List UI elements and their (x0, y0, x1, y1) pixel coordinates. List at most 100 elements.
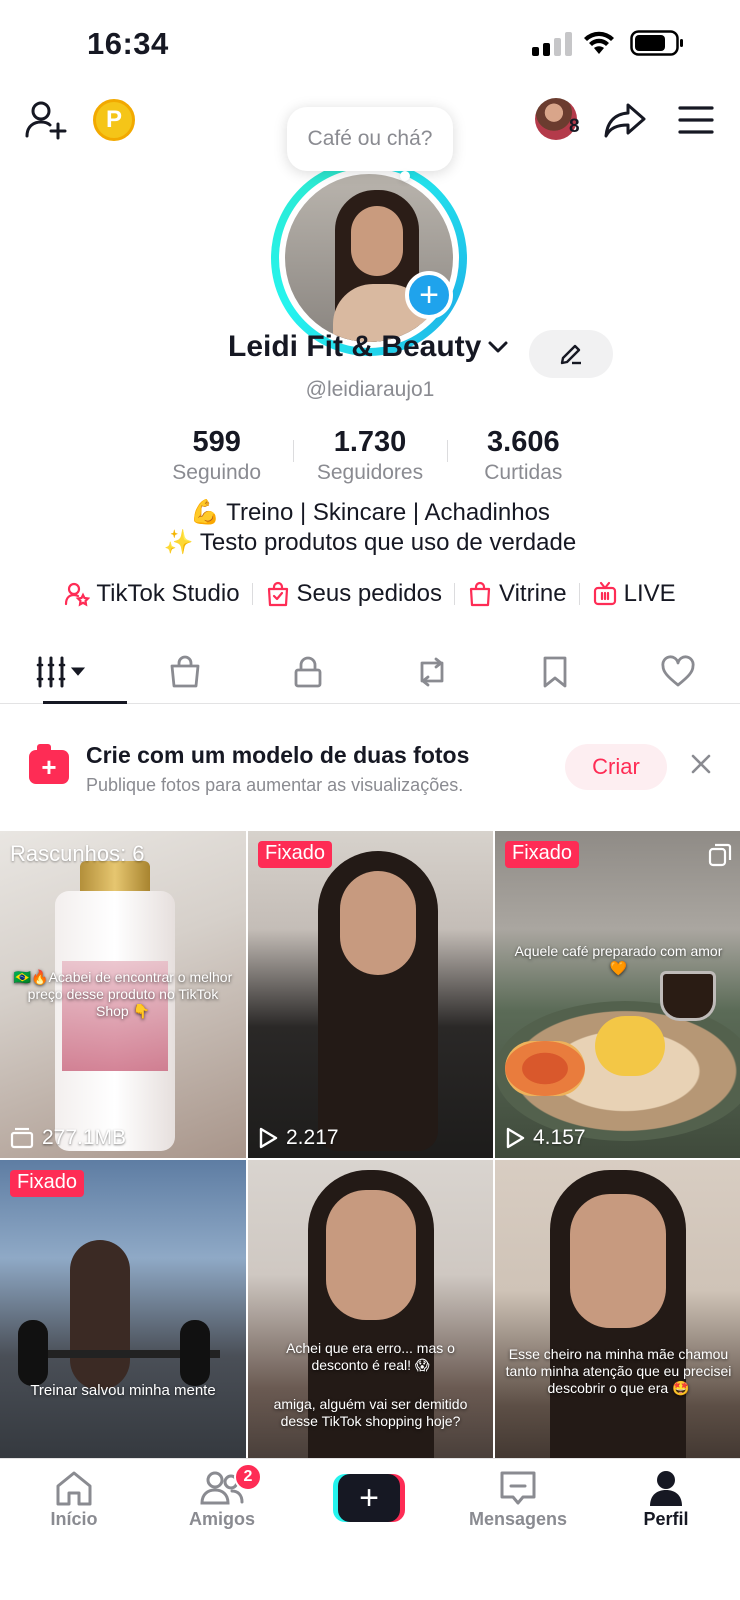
grid-icon (36, 656, 85, 687)
showcase-link[interactable]: Vitrine (455, 580, 579, 608)
nav-friends[interactable]: 2 Amigos (148, 1459, 296, 1559)
profile-avatar-ring[interactable] (271, 160, 467, 356)
tab-private[interactable] (247, 640, 370, 703)
edit-profile-button[interactable] (529, 330, 613, 378)
shopping-bag-icon (469, 581, 491, 607)
tab-saved[interactable] (493, 640, 616, 703)
profile-handle: @leidiaraujo1 (305, 378, 435, 401)
heart-icon (661, 654, 695, 686)
thumbnail-metric: 4.157 (505, 1126, 586, 1150)
cellular-signal-icon (532, 32, 572, 56)
bio-line: 💪 Treino | Skincare | Achadinhos (190, 499, 550, 526)
message-icon (500, 1471, 536, 1505)
profile-tabs (0, 640, 740, 704)
profile-stats: 599 Seguindo 1.730 Seguidores 3.606 Curt… (140, 424, 600, 484)
create-button[interactable]: + (333, 1474, 405, 1522)
notification-badge: 2 (234, 1463, 262, 1491)
stat-followers[interactable]: 1.730 Seguidores (293, 424, 446, 484)
stat-label: Seguindo (172, 461, 262, 484)
thumbnail-caption: 🇧🇷🔥Acabei de encontrar o melhor preço de… (13, 969, 233, 1019)
tab-reposts[interactable] (370, 640, 493, 703)
nav-home[interactable]: Início (0, 1459, 148, 1559)
video-grid: Rascunhos: 6 🇧🇷🔥Acabei de encontrar o me… (0, 831, 740, 1487)
profile-name: Leidi Fit & Beauty (228, 330, 482, 363)
orders-link[interactable]: Seus pedidos (253, 580, 454, 608)
tab-liked[interactable] (617, 640, 740, 703)
profile-bio: 💪 Treino | Skincare | Achadinhos ✨ Testo… (0, 498, 740, 558)
video-thumbnail[interactable]: Fixado Treinar salvou minha mente (0, 1160, 246, 1487)
profile-name-row[interactable]: Leidi Fit & Beauty (228, 330, 511, 364)
add-story-button[interactable]: + (405, 271, 453, 319)
nav-messages[interactable]: Mensagens (444, 1459, 592, 1559)
home-icon (56, 1471, 92, 1506)
repost-icon (420, 657, 444, 686)
thumbnail-caption: Treinar salvou minha mente (30, 1382, 216, 1399)
lock-icon (294, 656, 322, 687)
link-label: TikTok Studio (96, 580, 240, 607)
metric-value: 2.217 (286, 1126, 339, 1149)
bottom-nav: Início 2 Amigos + Mensagens Perfil (0, 1458, 740, 1600)
status-bar: 16:34 (0, 0, 740, 90)
nav-label: Início (50, 1509, 98, 1529)
storage-icon (10, 1127, 34, 1149)
share-icon[interactable] (601, 96, 649, 144)
video-thumbnail-drafts[interactable]: Rascunhos: 6 🇧🇷🔥Acabei de encontrar o me… (0, 831, 246, 1158)
add-friend-icon[interactable] (22, 96, 70, 144)
promo-subtitle: Publique fotos para aumentar as visualiz… (86, 775, 464, 795)
bio-line: ✨ Testo produtos que uso de verdade (163, 529, 577, 556)
wifi-icon (584, 31, 614, 54)
shopping-bag-icon (170, 655, 200, 687)
link-label: Seus pedidos (296, 580, 442, 607)
stat-following[interactable]: 599 Seguindo (140, 424, 293, 484)
stat-likes[interactable]: 3.606 Curtidas (446, 424, 600, 484)
nav-label: Mensagens (468, 1509, 568, 1529)
play-icon (506, 1127, 525, 1149)
plus-icon: + (338, 1474, 400, 1522)
coin-icon[interactable]: P (93, 99, 135, 141)
thumbnail-caption: Aquele café preparado com amor 🧡 (514, 943, 723, 976)
note-bubble-tail (400, 171, 410, 181)
photo-template-promo: + Crie com um modelo de duas fotos Publi… (0, 704, 740, 830)
stat-value: 1.730 (333, 426, 407, 458)
stat-label: Curtidas (484, 461, 563, 484)
video-thumbnail[interactable]: Fixado 2.217 (248, 831, 493, 1158)
tv-icon (593, 581, 616, 606)
multi-photo-icon (708, 843, 732, 867)
chevron-down-icon (488, 341, 508, 353)
menu-icon[interactable] (672, 96, 720, 144)
pinned-badge: Fixado (258, 841, 333, 868)
thumbnail-metric: 2.217 (258, 1126, 339, 1150)
stat-value: 599 (192, 426, 241, 458)
video-thumbnail[interactable]: Achei que era erro... mas o desconto é r… (248, 1160, 493, 1487)
camera-plus-icon: + (29, 744, 69, 784)
pinned-badge: Fixado (505, 841, 580, 868)
profile-links: TikTok Studio Seus pedidos Vitrine LIVE (0, 580, 740, 608)
story-count: 8 (569, 116, 580, 137)
tab-videos[interactable] (0, 640, 128, 704)
thumbnail-caption: amiga, alguém vai ser demitido desse Tik… (273, 1396, 468, 1429)
live-link[interactable]: LIVE (580, 580, 688, 608)
battery-icon (630, 30, 683, 56)
close-icon[interactable] (687, 750, 715, 778)
drafts-label: Rascunhos: 6 (10, 841, 145, 866)
create-button[interactable]: Criar (565, 744, 667, 790)
link-label: Vitrine (499, 580, 567, 607)
nav-profile[interactable]: Perfil (592, 1459, 740, 1559)
video-thumbnail[interactable]: Esse cheiro na minha mãe chamou tanto mi… (495, 1160, 740, 1487)
nav-create[interactable]: + (296, 1459, 444, 1559)
profile-icon (650, 1471, 682, 1506)
video-thumbnail[interactable]: Fixado Aquele café preparado com amor 🧡 … (495, 831, 740, 1158)
stat-value: 3.606 (487, 426, 560, 458)
promo-title: Crie com um modelo de duas fotos (86, 742, 470, 768)
profile-note-bubble[interactable]: Café ou chá? (287, 107, 453, 171)
person-star-icon (65, 582, 91, 607)
stat-label: Seguidores (316, 461, 424, 484)
play-icon (259, 1127, 278, 1149)
metric-value: 4.157 (533, 1126, 586, 1149)
shopping-bag-check-icon (267, 581, 288, 607)
thumbnail-caption: Achei que era erro... mas o desconto é r… (286, 1340, 455, 1373)
nav-label: Perfil (643, 1509, 689, 1529)
tiktok-studio-link[interactable]: TikTok Studio (52, 580, 251, 608)
metric-value: 277.1MB (42, 1126, 127, 1149)
tab-shop[interactable] (123, 640, 246, 703)
